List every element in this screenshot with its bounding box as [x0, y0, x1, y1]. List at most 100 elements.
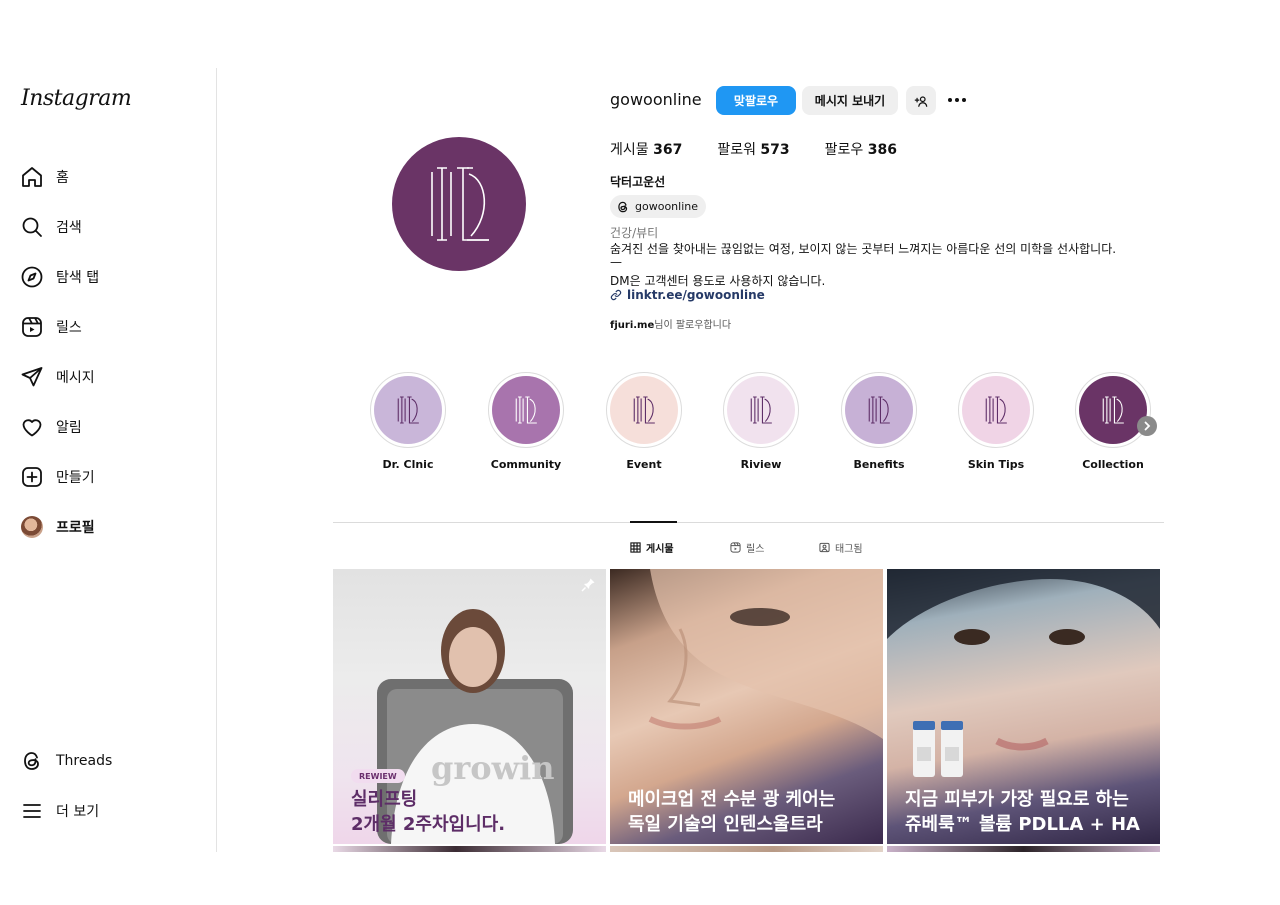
follow-back-button[interactable]: 맞팔로우: [716, 86, 796, 115]
post-caption-line2: 쥬베룩™ 볼륨 PDLLA + HA: [905, 814, 1140, 835]
post-caption-line1: 메이크업 전 수분 광 케어는: [628, 789, 836, 810]
post-tile-partial[interactable]: [610, 846, 883, 852]
profile-username: gowoonline: [610, 90, 702, 109]
pin-icon: [581, 578, 595, 592]
post-tile[interactable]: growin REWIEW 실리프팅 2개월 2주차입니다.: [333, 569, 606, 844]
sidebar-item-more[interactable]: 더 보기: [0, 786, 216, 836]
post-tag-badge: REWIEW: [351, 769, 405, 783]
send-message-button[interactable]: 메시지 보내기: [802, 86, 898, 115]
sidebar-item-notifications[interactable]: 알림: [0, 402, 216, 452]
highlight-cover: [374, 376, 442, 444]
post-photo-face: [648, 569, 883, 739]
highlight-cover: [727, 376, 795, 444]
sidebar-item-create[interactable]: 만들기: [0, 452, 216, 502]
sidebar-item-threads[interactable]: Threads: [0, 736, 216, 786]
sidebar-item-explore[interactable]: 탐색 탭: [0, 252, 216, 302]
post-caption-line1: 실리프팅: [351, 789, 418, 810]
post-tile-partial[interactable]: [333, 846, 606, 852]
brand-logo-icon: [750, 396, 772, 424]
sidebar-item-label: 프로필: [56, 520, 95, 536]
avatar: [21, 516, 43, 538]
sidebar-nav: 홈 검색 탐색 탭 릴스 메시지 알림 만들기 프로필: [0, 152, 216, 552]
tab-posts[interactable]: 게시물: [630, 540, 674, 555]
sidebar-item-messages[interactable]: 메시지: [0, 352, 216, 402]
threads-handle: gowoonline: [635, 200, 698, 213]
threads-icon: [618, 201, 628, 212]
active-tab-indicator: [630, 521, 677, 523]
sidebar-item-label: 릴스: [56, 320, 82, 336]
sidebar-item-label: 홈: [56, 170, 69, 186]
brand-logo-icon: [985, 396, 1007, 424]
highlight-item[interactable]: Event: [594, 372, 694, 471]
sidebar-item-search[interactable]: 검색: [0, 202, 216, 252]
highlight-label: Collection: [1082, 458, 1144, 471]
highlight-cover: [492, 376, 560, 444]
add-person-icon: [914, 95, 928, 107]
highlight-item[interactable]: Benefits: [829, 372, 929, 471]
tabs-divider: [333, 522, 1164, 523]
tab-tagged[interactable]: 태그됨: [819, 540, 863, 555]
following-count[interactable]: 팔로우 386: [825, 139, 897, 159]
more-horizontal-icon: [948, 98, 966, 102]
bio-link[interactable]: linktr.ee/gowoonline: [610, 288, 765, 302]
highlight-item[interactable]: Dr. Clnic: [358, 372, 458, 471]
tab-label: 게시물: [646, 544, 674, 555]
tab-label: 릴스: [746, 544, 765, 555]
highlight-ring: [1075, 372, 1151, 448]
sidebar-item-home[interactable]: 홈: [0, 152, 216, 202]
send-icon: [21, 367, 43, 387]
suggest-user-button[interactable]: [906, 86, 936, 115]
followed-by-name: fjuri.me: [610, 320, 655, 331]
post-tile-partial[interactable]: [887, 846, 1160, 852]
post-caption-line2: 2개월 2주차입니다.: [351, 814, 506, 835]
highlights-next-button[interactable]: [1137, 416, 1157, 436]
brand-logo-icon: [515, 396, 537, 424]
highlight-item[interactable]: Community: [476, 372, 576, 471]
link-icon: [610, 289, 622, 301]
reels-icon: [22, 317, 42, 337]
instagram-logo[interactable]: Instagram: [21, 86, 132, 111]
followers-count-label: 팔로워: [717, 142, 756, 158]
highlight-label: Dr. Clnic: [382, 458, 434, 471]
posts-count-label: 게시물: [610, 142, 649, 158]
grid-icon: [630, 542, 641, 553]
highlight-label: Community: [490, 458, 562, 471]
sidebar-item-label: 만들기: [56, 470, 95, 486]
brand-logo-icon: [397, 396, 419, 424]
highlight-cover: [845, 376, 913, 444]
posts-count-value: 367: [653, 142, 683, 158]
post-tile[interactable]: 지금 피부가 가장 필요로 하는 쥬베룩™ 볼륨 PDLLA + HA: [887, 569, 1160, 844]
reels-icon: [730, 542, 741, 553]
compass-icon: [21, 266, 43, 288]
sidebar-bottom: Threads 더 보기: [0, 736, 216, 836]
highlight-item[interactable]: Riview: [711, 372, 811, 471]
following-count-label: 팔로우: [824, 142, 864, 158]
post-caption-line2: 독일 기술의 인텐스울트라: [628, 814, 823, 835]
sidebar-item-label: 검색: [56, 220, 82, 236]
profile-category: 건강/뷰티: [610, 226, 659, 240]
followers-count[interactable]: 팔로워 573: [717, 139, 789, 159]
menu-icon: [23, 804, 41, 818]
highlight-ring: [370, 372, 446, 448]
brand-logo-icon: [633, 396, 655, 424]
sidebar-item-profile[interactable]: 프로필: [0, 502, 216, 552]
posts-count: 게시물 367: [610, 139, 682, 159]
bio-link-text: linktr.ee/gowoonline: [627, 288, 765, 302]
threads-icon: [24, 752, 39, 770]
brand-logo-icon: [868, 396, 890, 424]
sidebar-item-label: 알림: [56, 420, 82, 436]
highlight-item[interactable]: Skin Tips: [946, 372, 1046, 471]
profile-avatar[interactable]: [392, 137, 526, 271]
followed-by[interactable]: fjuri.me님이 팔로우합니다: [610, 316, 731, 331]
followed-by-suffix: 님이 팔로우합니다: [654, 320, 732, 331]
sidebar-item-label: 메시지: [56, 370, 95, 386]
sidebar-item-reels[interactable]: 릴스: [0, 302, 216, 352]
tag-icon: [819, 542, 830, 553]
sidebar: Instagram 홈 검색 탐색 탭 릴스 메시지 알림 만들기 프로필 Th…: [0, 68, 217, 852]
highlight-ring: [958, 372, 1034, 448]
threads-badge[interactable]: gowoonline: [610, 195, 706, 218]
post-tile[interactable]: 메이크업 전 수분 광 케어는 독일 기술의 인텐스울트라: [610, 569, 883, 844]
more-options-button[interactable]: [946, 92, 968, 108]
tab-reels[interactable]: 릴스: [730, 540, 764, 555]
heart-icon: [22, 419, 42, 437]
